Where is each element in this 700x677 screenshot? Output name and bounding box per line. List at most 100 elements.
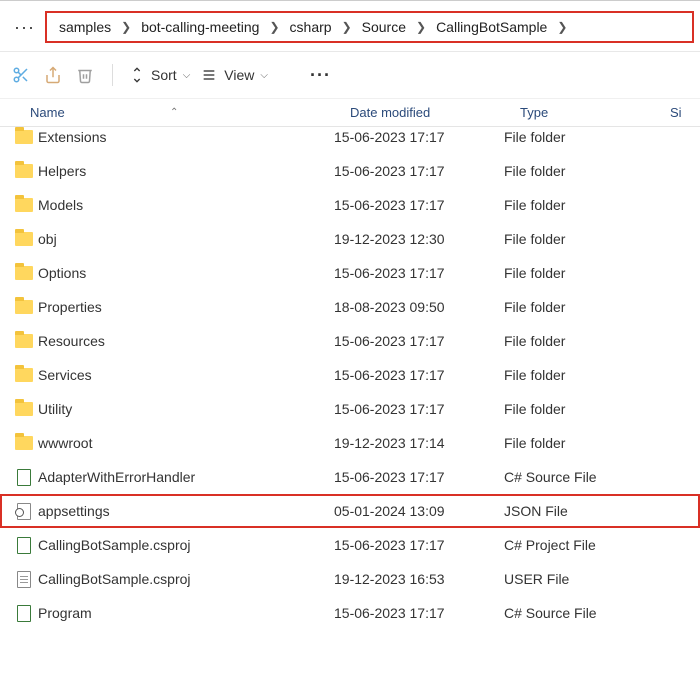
file-icon [14,469,34,485]
delete-icon[interactable] [74,64,96,86]
file-name: CallingBotSample.csproj [38,537,334,553]
file-type: File folder [504,435,664,451]
breadcrumb-more-icon[interactable]: ··· [6,17,43,38]
file-name: wwwroot [38,435,334,451]
sort-icon [129,67,145,83]
column-header-size[interactable]: Si [670,105,700,120]
file-date: 15-06-2023 17:17 [334,367,504,383]
breadcrumb-item[interactable]: csharp [284,17,338,37]
file-date: 15-06-2023 17:17 [334,333,504,349]
chevron-right-icon[interactable]: ❯ [338,20,356,34]
breadcrumb-item[interactable]: samples [53,17,117,37]
file-date: 05-01-2024 13:09 [334,503,504,519]
share-icon[interactable] [42,64,64,86]
chevron-right-icon[interactable]: ❯ [265,20,283,34]
column-header-date[interactable]: Date modified [350,105,520,120]
file-type: File folder [504,299,664,315]
file-type: C# Source File [504,469,664,485]
file-type: File folder [504,231,664,247]
file-name: Utility [38,401,334,417]
file-row[interactable]: Models15-06-2023 17:17File folder [0,188,700,222]
chevron-down-icon: ⌵ [183,70,191,81]
chevron-right-icon[interactable]: ❯ [412,20,430,34]
folder-icon [14,197,34,213]
file-type: C# Source File [504,605,664,621]
chevron-right-icon[interactable]: ❯ [117,20,135,34]
file-name: CallingBotSample.csproj [38,571,334,587]
sort-button[interactable]: Sort ⌵ [129,67,190,83]
file-list: Extensions15-06-2023 17:17File folderHel… [0,127,700,630]
file-date: 15-06-2023 17:17 [334,605,504,621]
file-type: File folder [504,197,664,213]
file-row[interactable]: Program15-06-2023 17:17C# Source File [0,596,700,630]
file-type: C# Project File [504,537,664,553]
file-name: Resources [38,333,334,349]
file-row[interactable]: CallingBotSample.csproj19-12-2023 16:53U… [0,562,700,596]
file-name: AdapterWithErrorHandler [38,469,334,485]
folder-icon [14,265,34,281]
folder-icon [14,401,34,417]
file-row[interactable]: CallingBotSample.csproj15-06-2023 17:17C… [0,528,700,562]
file-name: appsettings [38,503,334,519]
folder-icon [14,367,34,383]
column-header-name[interactable]: Name ⌃ [30,105,350,120]
view-button[interactable]: View ⌵ [200,67,268,83]
breadcrumb: ··· samples❯bot-calling-meeting❯csharp❯S… [0,3,700,51]
toolbar: Sort ⌵ View ⌵ ··· [0,52,700,98]
sort-indicator-icon: ⌃ [170,107,178,118]
file-date: 18-08-2023 09:50 [334,299,504,315]
folder-icon [14,163,34,179]
file-name: Helpers [38,163,334,179]
file-date: 15-06-2023 17:17 [334,197,504,213]
breadcrumb-item[interactable]: bot-calling-meeting [135,17,265,37]
folder-icon [14,435,34,451]
file-date: 19-12-2023 16:53 [334,571,504,587]
folder-icon [14,299,34,315]
file-name: Extensions [38,129,334,145]
file-date: 15-06-2023 17:17 [334,265,504,281]
toolbar-more-icon[interactable]: ··· [302,65,339,86]
file-row[interactable]: Extensions15-06-2023 17:17File folder [0,127,700,154]
file-row[interactable]: Utility15-06-2023 17:17File folder [0,392,700,426]
file-row[interactable]: Options15-06-2023 17:17File folder [0,256,700,290]
folder-icon [14,231,34,247]
chevron-right-icon[interactable]: ❯ [553,20,571,34]
breadcrumb-item[interactable]: CallingBotSample [430,17,553,37]
breadcrumb-item[interactable]: Source [356,17,412,37]
file-name: obj [38,231,334,247]
file-icon [14,605,34,621]
file-row[interactable]: wwwroot19-12-2023 17:14File folder [0,426,700,460]
file-date: 15-06-2023 17:17 [334,163,504,179]
chevron-down-icon: ⌵ [260,70,268,81]
file-row[interactable]: AdapterWithErrorHandler15-06-2023 17:17C… [0,460,700,494]
file-icon [14,571,34,587]
file-type: JSON File [504,503,664,519]
file-date: 19-12-2023 12:30 [334,231,504,247]
file-name: Properties [38,299,334,315]
file-row[interactable]: obj19-12-2023 12:30File folder [0,222,700,256]
breadcrumb-path: samples❯bot-calling-meeting❯csharp❯Sourc… [45,11,694,43]
view-label: View [224,67,254,83]
cut-icon[interactable] [10,64,32,86]
file-date: 15-06-2023 17:17 [334,129,504,145]
folder-icon [14,333,34,349]
file-type: File folder [504,129,664,145]
file-date: 19-12-2023 17:14 [334,435,504,451]
file-date: 15-06-2023 17:17 [334,537,504,553]
view-list-icon [200,67,218,83]
file-row[interactable]: Properties18-08-2023 09:50File folder [0,290,700,324]
file-date: 15-06-2023 17:17 [334,401,504,417]
file-name: Options [38,265,334,281]
file-type: File folder [504,367,664,383]
file-type: File folder [504,333,664,349]
file-row[interactable]: Resources15-06-2023 17:17File folder [0,324,700,358]
file-row[interactable]: Helpers15-06-2023 17:17File folder [0,154,700,188]
file-row[interactable]: Services15-06-2023 17:17File folder [0,358,700,392]
file-row[interactable]: appsettings05-01-2024 13:09JSON File [0,494,700,528]
file-date: 15-06-2023 17:17 [334,469,504,485]
file-name: Services [38,367,334,383]
file-name: Program [38,605,334,621]
column-header-type[interactable]: Type [520,105,670,120]
file-icon [14,503,34,519]
file-name: Models [38,197,334,213]
